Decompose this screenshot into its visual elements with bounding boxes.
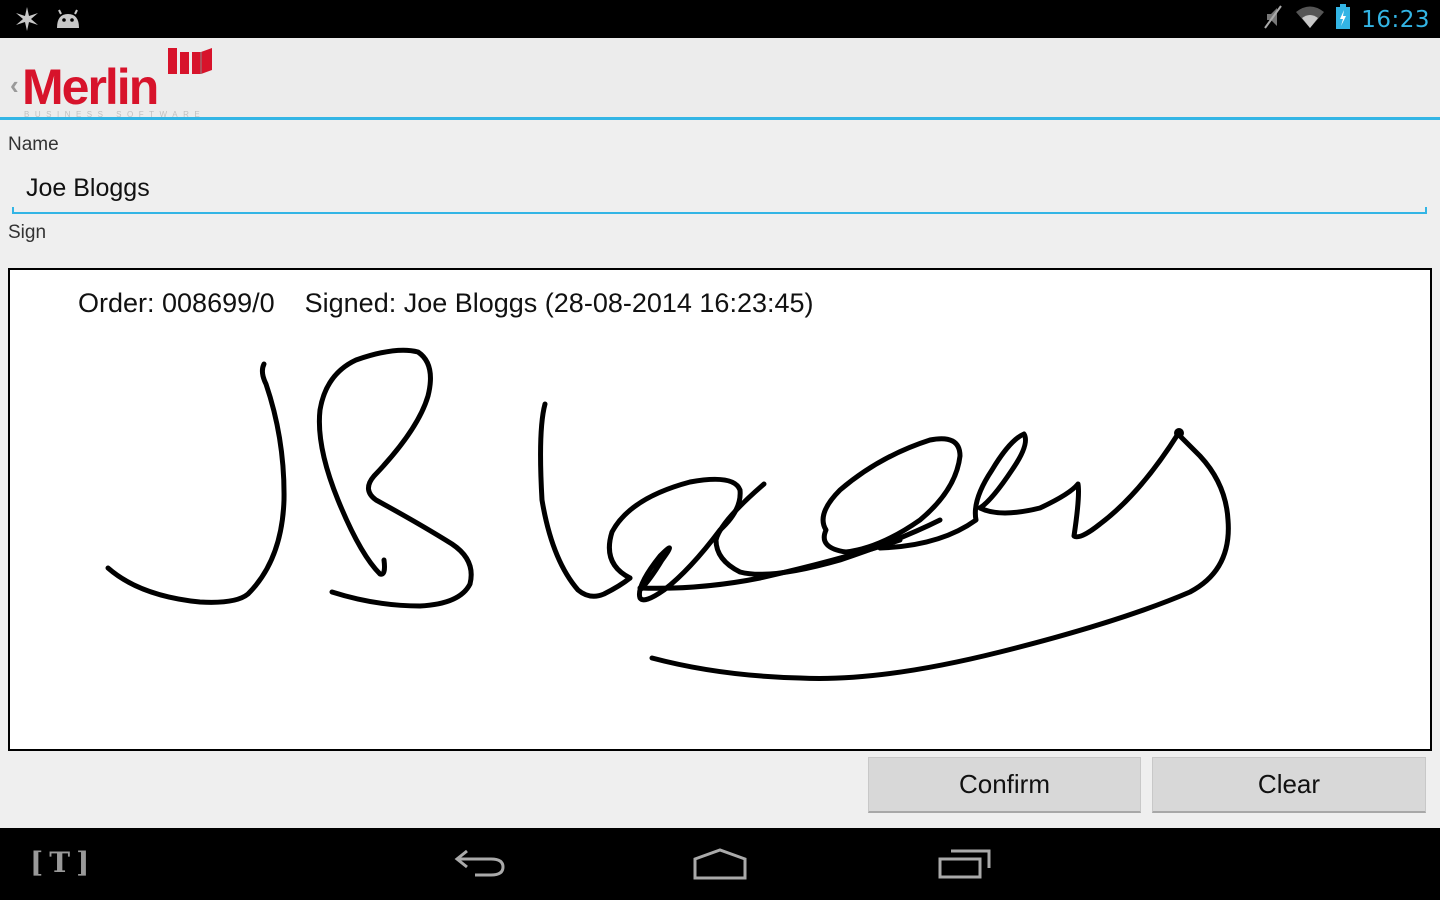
clear-button[interactable]: Clear: [1152, 757, 1426, 813]
t-app-icon[interactable]: [T]: [30, 846, 95, 879]
signature-stroke-g1: [820, 436, 963, 555]
back-icon: [454, 849, 505, 877]
back-button[interactable]: [448, 842, 508, 886]
recent-apps-icon: [938, 849, 991, 879]
signature-stroke-j: [105, 361, 287, 605]
home-button[interactable]: [690, 842, 750, 886]
signature-stroke-g2: [877, 431, 1181, 551]
signature-pad[interactable]: Order: 008699/0 Signed: Joe Bloggs (28-0…: [8, 268, 1432, 751]
signature-dot: [1174, 428, 1184, 438]
signature-stroke-s: [649, 431, 1231, 681]
confirm-button[interactable]: Confirm: [868, 757, 1141, 813]
signature-stroke-b: [316, 347, 474, 609]
home-icon: [693, 848, 747, 880]
recent-apps-button[interactable]: [935, 842, 995, 886]
navigation-bar: [T]: [0, 828, 1440, 900]
